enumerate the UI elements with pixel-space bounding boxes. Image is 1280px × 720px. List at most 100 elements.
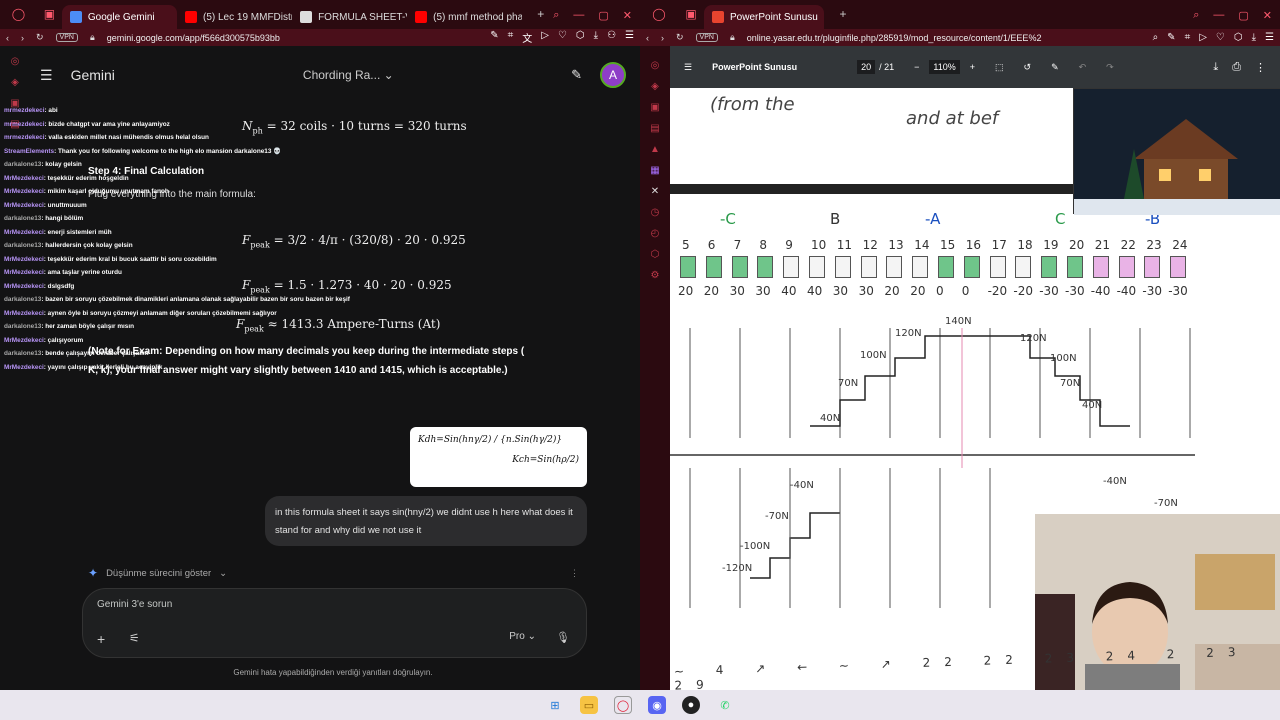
snapshot-icon[interactable]: ⌗ xyxy=(1185,32,1191,43)
reload-icon[interactable]: ↻ xyxy=(676,32,684,43)
play-icon[interactable]: ▷ xyxy=(1199,32,1207,43)
url-field[interactable]: gemini.google.com/app/f566d300575b93bb xyxy=(107,33,280,43)
snapshot-icon[interactable]: ⌗ xyxy=(508,30,514,45)
prompt-input-box[interactable]: Gemini 3'e sorun + ⚟ Pro ⌄ 🎙︎ xyxy=(82,588,587,658)
sidebar-aria-icon[interactable]: ◎ xyxy=(11,56,20,67)
pin-icon[interactable]: ✎ xyxy=(490,30,498,45)
opera-logo-icon[interactable]: ◯ xyxy=(648,3,670,25)
minimize-icon[interactable]: — xyxy=(573,9,584,22)
redo-icon[interactable]: ↷ xyxy=(1106,62,1114,73)
chat-username: darkalone13 xyxy=(4,161,42,168)
conductor-box xyxy=(783,256,800,278)
tools-icon[interactable]: ⚟ xyxy=(129,631,140,645)
clock-icon[interactable]: ◷ xyxy=(651,207,660,218)
search-tabs-icon[interactable]: ⌕ xyxy=(1193,9,1199,22)
page-number-input[interactable]: 20 xyxy=(857,60,876,74)
pdf-page-canvas[interactable]: (from the and at bef -C B -A C -B 5 6 7 8 9 10 11 1… xyxy=(670,88,1280,690)
vpn-badge[interactable]: VPN xyxy=(695,33,718,42)
sidebar-cube-icon[interactable]: ▣ xyxy=(650,102,659,113)
microphone-icon[interactable]: 🎙︎ xyxy=(556,631,570,644)
forward-icon[interactable]: › xyxy=(21,33,24,43)
more-options-icon[interactable]: ⋮ xyxy=(570,568,579,579)
extensions-icon[interactable]: ⬡ xyxy=(576,30,585,45)
history-icon[interactable]: ◴ xyxy=(651,228,660,239)
sidebar-item-icon[interactable]: ▤ xyxy=(650,123,659,134)
tab-youtube-mmf[interactable]: (5) mmf method phas xyxy=(407,5,522,29)
x-twitter-icon[interactable]: ✕ xyxy=(651,186,659,197)
add-attachment-icon[interactable]: + xyxy=(97,631,105,647)
tab-powerpoint[interactable]: PowerPoint Sunusu xyxy=(704,5,824,29)
chat-title-dropdown[interactable]: Chording Ra... ⌄ xyxy=(303,68,394,82)
account-icon[interactable]: ⚇ xyxy=(607,30,616,45)
obs-icon[interactable]: ● xyxy=(682,696,700,714)
pdf-toolbar: ☰ PowerPoint Sunusu 20 / 21 − 110% + ⬚ ↺… xyxy=(670,46,1280,88)
formula-image-attachment[interactable]: Kdh=Sin(hnγ/2) / {n.Sin(hγ/2)} Kch=Sin(h… xyxy=(410,427,587,487)
cube-icon[interactable]: ⬡ xyxy=(651,249,660,260)
play-icon[interactable]: ▷ xyxy=(541,30,549,45)
tab-gemini[interactable]: Google Gemini xyxy=(61,5,177,29)
annotate-icon[interactable]: ✎ xyxy=(1051,62,1059,73)
maximize-icon[interactable]: ▢ xyxy=(1238,9,1248,22)
download-icon[interactable]: ⤓ xyxy=(1213,61,1218,74)
translate-icon[interactable]: 文 xyxy=(522,30,532,45)
mode-selector[interactable]: Pro ⌄ xyxy=(509,631,536,642)
avatar[interactable]: A xyxy=(600,62,626,88)
tab-grid-icon[interactable]: ▣ xyxy=(680,3,702,25)
menu-icon[interactable]: ☰ xyxy=(1265,32,1274,43)
tab-youtube-lec19[interactable]: (5) Lec 19 MMFDistrib xyxy=(177,5,292,29)
fit-page-icon[interactable]: ⬚ xyxy=(995,62,1004,73)
sidebar-bag-icon[interactable]: ◈ xyxy=(11,77,19,88)
file-explorer-icon[interactable]: ▭ xyxy=(580,696,598,714)
pin-icon[interactable]: ✎ xyxy=(1167,32,1175,43)
search-tabs-icon[interactable]: ⌕ xyxy=(553,9,559,22)
twitch-icon[interactable]: ▦ xyxy=(650,165,659,176)
hamburger-menu-icon[interactable]: ☰ xyxy=(40,67,53,84)
settings-icon[interactable]: ⚙ xyxy=(651,270,660,281)
zoom-in-icon[interactable]: + xyxy=(970,62,975,72)
forward-icon[interactable]: › xyxy=(661,33,664,43)
new-chat-icon[interactable]: ✎ xyxy=(571,67,582,83)
sidebar-bag-icon[interactable]: ◈ xyxy=(651,81,659,92)
back-icon[interactable]: ‹ xyxy=(646,33,649,43)
outline-menu-icon[interactable]: ☰ xyxy=(684,62,692,73)
new-tab-icon[interactable]: + xyxy=(832,3,854,25)
step-label: 120N xyxy=(1020,333,1047,344)
undo-icon[interactable]: ↶ xyxy=(1079,62,1087,73)
menu-icon[interactable]: ☰ xyxy=(625,30,634,45)
print-icon[interactable]: ⎙ xyxy=(1232,61,1241,74)
reload-icon[interactable]: ↻ xyxy=(36,32,44,43)
tab-formula-sheet[interactable]: FORMULA SHEET-VE xyxy=(292,5,407,29)
extensions-icon[interactable]: ⬡ xyxy=(1234,32,1243,43)
show-thinking-toggle[interactable]: ✦ Düşünme sürecini göster ⌄ xyxy=(88,566,227,580)
download-icon[interactable]: ⤓ xyxy=(1252,32,1256,43)
discord-icon[interactable]: ◉ xyxy=(648,696,666,714)
chat-message: darkalone13: bende çalışayım beraber çal… xyxy=(4,347,384,361)
close-icon[interactable]: ✕ xyxy=(623,9,632,22)
windows-icon[interactable]: ⊞ xyxy=(546,696,564,714)
sidebar-aria-icon[interactable]: ▲ xyxy=(650,144,660,155)
rotate-icon[interactable]: ↺ xyxy=(1024,62,1032,73)
more-options-icon[interactable]: ⋮ xyxy=(1255,61,1266,74)
prompt-input[interactable]: Gemini 3'e sorun xyxy=(97,599,172,610)
url-field[interactable]: online.yasar.edu.tr/pluginfile.php/28591… xyxy=(747,33,1042,43)
sidebar-aria-icon[interactable]: ◎ xyxy=(651,60,660,71)
heart-icon[interactable]: ♡ xyxy=(558,30,567,45)
opera-logo-icon[interactable]: ◯ xyxy=(8,3,29,25)
chevron-down-icon: ⌄ xyxy=(219,567,228,579)
download-icon[interactable]: ⤓ xyxy=(594,30,598,45)
opera-icon[interactable]: ◯ xyxy=(614,696,632,714)
heart-icon[interactable]: ♡ xyxy=(1216,32,1225,43)
minimize-icon[interactable]: — xyxy=(1213,9,1224,22)
zoom-level[interactable]: 110% xyxy=(929,60,960,74)
mmf-value: -40 xyxy=(1090,284,1111,298)
close-icon[interactable]: ✕ xyxy=(1263,9,1272,22)
back-icon[interactable]: ‹ xyxy=(6,33,9,43)
vpn-badge[interactable]: VPN xyxy=(55,33,78,42)
zoom-icon[interactable]: ⌕ xyxy=(1153,32,1159,43)
zoom-out-icon[interactable]: − xyxy=(914,62,919,72)
slot-number: 17 xyxy=(991,238,1007,252)
new-tab-icon[interactable]: + xyxy=(530,3,551,25)
tab-grid-icon[interactable]: ▣ xyxy=(39,3,60,25)
whatsapp-icon[interactable]: ✆ xyxy=(716,696,734,714)
maximize-icon[interactable]: ▢ xyxy=(598,9,608,22)
